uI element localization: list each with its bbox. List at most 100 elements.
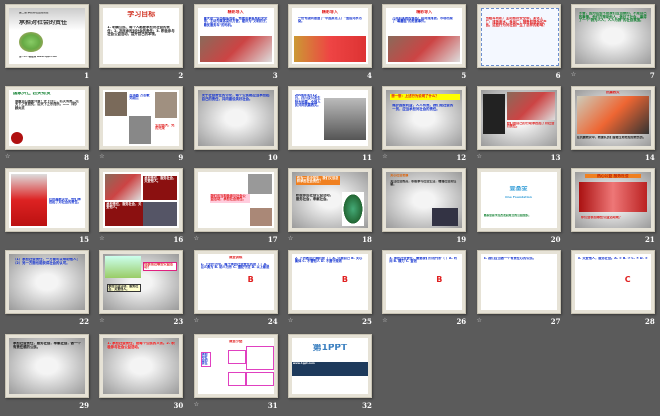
slide-frame[interactable]: 2008年5月12日，四川汶川发生特大地震，全国人民共同抗震救灾。 <box>287 86 372 150</box>
slide-thumbnail[interactable]: 精彩导入 青天是一位出租车司机，他要求乘客系好安全带，主动为乘客提供方便，被评为"… <box>193 4 282 86</box>
slide-thumbnail[interactable]: 精彩导入 几年前某地的食品厂向河流排放，市场出现了"毒蘑菇"的危害事件。 5 <box>382 4 470 86</box>
photo-image <box>199 36 272 62</box>
slide-frame[interactable]: 课堂小结 承担对社会的责任 <box>193 334 278 398</box>
slide-content: 在抗震救灾中，他们承担起了对社会的责任。 <box>9 172 85 228</box>
slide-frame[interactable]: 抗震救灾 在抗震救灾中，救援队员们冒着生命危险抢救伤员。 <box>570 86 655 150</box>
slide-frame[interactable]: 吉鸿昌 方志敏 刘胡兰 生的伟大，死的光荣 <box>99 86 184 150</box>
slide-thumbnail[interactable]: 出租车司机：主动系好安全带。某化工厂：排放废水。食品厂：销售假冒伪劣产品。这些行… <box>476 4 565 86</box>
slide-content: 国家兴亡 匹夫有责 谁最关心国家兴衰？天下兴亡，匹夫有责。先天下之忧而忧，后天下之… <box>9 90 85 146</box>
mindmap-box <box>227 372 246 386</box>
slide-thumbnail[interactable]: 2. 下列做法正确的是（ ）A. 只顾自己 B. 关心集体 C. 不管他人 D.… <box>287 250 376 332</box>
slide-thumbnail[interactable]: 1. 承担社会责任，是每个公民的义务。2. 积极参与社会公益活动。 30 <box>99 334 187 416</box>
slide-thumbnail[interactable]: 5. 关爱他人，服务社会。A. ① B. ② C. ③ D. ④ C 28 <box>570 250 659 332</box>
slide-number: 19 <box>456 235 467 244</box>
slide-frame[interactable]: 他们用自己的行动承担起了对社会的责任。 <box>476 86 561 150</box>
slide-frame[interactable]: 4. 我们应当做一个有责任心的公民。 <box>476 250 561 314</box>
slide-thumbnail[interactable]: 在抗震救灾中，他们承担起了对社会的责任。 15 <box>5 168 93 250</box>
answer-text: B <box>247 276 254 284</box>
slide-thumbnail[interactable]: 作为一名中学生，我们又该怎样承担社会责任？ 积极参加社会公益活动，服务社会，奉献社… <box>287 168 376 250</box>
slide-thumbnail[interactable]: 承担社会责任，服务社会，奉献社会，做一个有责任感的公民。 29 <box>5 334 93 416</box>
slide-thumbnail[interactable]: 你参加过哪些公益活动？ 参加公益活动，服务社会，关爱他人。 23 ☆ <box>99 250 187 332</box>
slide-thumbnail[interactable]: 精彩导入 一份专版同报道了"中国某化工厂"造成河水污染。 4 <box>287 4 376 86</box>
slide-frame[interactable]: 第1PPT www.1ppt.com <box>287 334 372 398</box>
slide-frame[interactable]: 作为一名中学生，我们又该怎样承担社会责任？ 积极参加社会公益活动，服务社会，奉献社… <box>287 168 372 232</box>
mindmap-box <box>227 350 246 364</box>
slide-frame[interactable]: 不管，因为这些不是我们应当做的，不是自己的事情。他们在帮助他人，做好了社会，赢得… <box>570 4 655 68</box>
slide-thumbnail[interactable]: 吉鸿昌 方志敏 刘胡兰 生的伟大，死的光荣 9 ☆ <box>99 86 187 168</box>
animation-icon: ☆ <box>287 235 294 242</box>
slide-frame[interactable]: 你参加过哪些公益活动？ 参加公益活动，服务社会，关爱他人。 <box>99 250 184 314</box>
slide-thumbnail[interactable]: 关心社会发展 关注社会热点，积极参与社会生活，增强社会责任感。 19 <box>382 168 470 250</box>
slide-frame[interactable]: 精彩导入 几年前某地的食品厂向河流排放，市场出现了"毒蘑菇"的危害事件。 <box>382 4 467 68</box>
slide-frame[interactable]: 在抗震救灾中，他们承担起了对社会的责任。 <box>5 168 89 232</box>
slide-thumbnail[interactable]: 不管，因为这些不是我们应当做的，不是自己的事情。他们在帮助他人，做好了社会，赢得… <box>570 4 659 86</box>
slide-number: 4 <box>367 71 372 80</box>
slide-text: 积极参加社会公益活动，服务社会，奉献社会。 <box>295 194 334 201</box>
slide-frame[interactable]: 热心公益 服务社会 你们会参加哪些公益活动呢？ <box>570 168 655 232</box>
photo-image <box>578 182 647 212</box>
slide-frame[interactable]: 精彩导入 一份专版同报道了"中国某化工厂"造成河水污染。 <box>287 4 372 68</box>
slide-frame[interactable]: 3. 承担社会责任，需要我们付出代价（ ）A. 时间 B. 精力 C. 金钱 B <box>382 250 467 314</box>
slide-number: 7 <box>649 71 655 80</box>
slide-thumbnail[interactable]: （1）承担社会责任，一方面可以帮助他人；（2）另一方面也能获得社会的认可。 22 <box>5 250 93 332</box>
slide-number: 15 <box>79 235 89 244</box>
slide-frame[interactable]: （1）承担社会责任，一方面可以帮助他人；（2）另一方面也能获得社会的认可。 <box>5 250 89 314</box>
animation-icon: ☆ <box>5 153 11 160</box>
slide-text: 我们应当积极参与社会公益活动，承担社会责任。 <box>209 194 250 203</box>
slide-thumbnail[interactable]: 第1PPT www.1ppt.com 32 <box>287 334 376 416</box>
slide-content: 课堂小结 承担对社会的责任 <box>197 338 274 394</box>
slide-thumbnail[interactable]: 第二课 承担对社会的责任 承担对社会的责任 第一PPT模板网 www.1ppt.co… <box>5 4 93 86</box>
slide-frame[interactable]: 壹基金 One Foundation 壹基金是李连杰发起成立的公益组织。 <box>476 168 561 232</box>
photo-image <box>247 174 272 194</box>
slide-thumbnail[interactable]: 抗震救灾 在抗震救灾中，救援队员们冒着生命危险抢救伤员。 14 <box>570 86 659 168</box>
slide-frame[interactable]: 课堂训练 1. 下列行为中，属于承担社会责任的是（ ）A. 见义勇为 B. 助人为… <box>193 250 278 314</box>
animation-icon: ☆ <box>570 71 577 78</box>
slide-thumbnail[interactable]: 他们用自己的行动承担起了对社会的责任。 13 ☆ <box>476 86 565 168</box>
slide-frame[interactable]: 第二课 承担对社会的责任 承担对社会的责任 第一PPT模板网 www.1ppt.co… <box>5 4 89 68</box>
animation-icon: ☆ <box>193 235 199 242</box>
slide-thumbnail[interactable]: 课堂训练 1. 下列行为中，属于承担社会责任的是（ ）A. 见义勇为 B. 助人为… <box>193 250 282 332</box>
slide-frame[interactable]: 承担责任，服务社会，关爱他人。 承担责任，服务社会，关爱他人。 <box>99 168 184 232</box>
slide-thumbnail[interactable]: 我们应当积极参与社会公益活动，承担社会责任。 17 ☆ <box>193 168 282 250</box>
slide-content: 抗震救灾 在抗震救灾中，救援队员们冒着生命危险抢救伤员。 <box>574 90 651 146</box>
slide-thumbnail[interactable]: 关于社会责任的讨论，每个公民都应当承担起自己的责任，共同建设美好社会。 10 <box>193 86 282 168</box>
slide-frame[interactable]: 出租车司机：主动系好安全带。某化工厂：排放废水。食品厂：销售假冒伪劣产品。这些行… <box>476 4 561 68</box>
tree-image <box>341 192 364 226</box>
slide-number: 31 <box>267 401 278 410</box>
slide-frame[interactable]: 1. 承担社会责任，是每个公民的义务。2. 积极参与社会公益活动。 <box>99 334 184 398</box>
slide-thumbnail[interactable]: 热心公益 服务社会 你们会参加哪些公益活动呢？ 21 <box>570 168 659 250</box>
slide-frame[interactable]: 承担社会责任，服务社会，奉献社会，做一个有责任感的公民。 <box>5 334 89 398</box>
slide-title: 国家兴亡 匹夫有责 <box>13 92 51 96</box>
slide-frame[interactable]: 精彩导入 青天是一位出租车司机，他要求乘客系好安全带，主动为乘客提供方便，被评为"… <box>193 4 278 68</box>
slide-title: 学习目标 <box>127 11 156 18</box>
slide-title: 关心社会发展 <box>390 174 409 177</box>
photo-image <box>432 208 459 226</box>
brand-logo: 第1PPT <box>312 344 348 353</box>
slide-number: 18 <box>362 235 372 244</box>
slide-thumbnail[interactable]: 国家兴亡 匹夫有责 谁最关心国家兴衰？天下兴亡，匹夫有责。先天下之忧而忧，后天下之… <box>5 86 93 168</box>
photo-image <box>576 96 649 134</box>
slide-thumbnail[interactable]: 3. 承担社会责任，需要我们付出代价（ ）A. 时间 B. 精力 C. 金钱 B 2… <box>382 250 470 332</box>
slide-frame[interactable]: 关于社会责任的讨论，每个公民都应当承担起自己的责任，共同建设美好社会。 <box>193 86 278 150</box>
slide-thumbnail[interactable]: 承担责任，服务社会，关爱他人。 承担责任，服务社会，关爱他人。 16 ☆ <box>99 168 187 250</box>
slide-content: 5. 关爱他人，服务社会。A. ① B. ② C. ③ D. ④ C <box>574 254 651 310</box>
slide-frame[interactable]: 想一想：上述行为说明了什么？ 维护国家利益，人人有责。我们是社会的一员，应当承担对… <box>382 86 467 150</box>
slide-thumbnail[interactable]: 课堂小结 承担对社会的责任 31 ☆ <box>193 334 282 416</box>
slide-number: 29 <box>79 401 89 410</box>
slide-thumbnail[interactable]: 4. 我们应当做一个有责任心的公民。 27 ☆ <box>476 250 565 332</box>
slide-frame[interactable]: 2. 下列做法正确的是（ ）A. 只顾自己 B. 关心集体 C. 不管他人 D.… <box>287 250 372 314</box>
slide-content: 想一想：上述行为说明了什么？ 维护国家利益，人人有责。我们是社会的一员，应当承担对… <box>386 90 463 146</box>
slide-frame[interactable]: 我们应当积极参与社会公益活动，承担社会责任。 <box>193 168 278 232</box>
slide-thumbnail[interactable]: 壹基金 One Foundation 壹基金是李连杰发起成立的公益组织。 20 <box>476 168 565 250</box>
slide-number: 25 <box>362 317 372 326</box>
photo-image <box>506 92 555 120</box>
slide-content: 他们用自己的行动承担起了对社会的责任。 <box>480 90 557 146</box>
slide-thumbnail[interactable]: 想一想：上述行为说明了什么？ 维护国家利益，人人有责。我们是社会的一员，应当承担对… <box>382 86 470 168</box>
slide-frame[interactable]: 5. 关爱他人，服务社会。A. ① B. ② C. ③ D. ④ C <box>570 250 655 314</box>
slide-frame[interactable]: 关心社会发展 关注社会热点，积极参与社会生活，增强社会责任感。 <box>382 168 467 232</box>
slide-frame[interactable]: 国家兴亡 匹夫有责 谁最关心国家兴衰？天下兴亡，匹夫有责。先天下之忧而忧，后天下之… <box>5 86 89 150</box>
slide-thumbnail[interactable]: 学习目标 1. 明确公民、每个人都要承担对社会的责任；2. 怎样承担对社会的责任；… <box>99 4 187 86</box>
slide-content: 3. 承担社会责任，需要我们付出代价（ ）A. 时间 B. 精力 C. 金钱 B <box>386 254 463 310</box>
slide-thumbnail[interactable]: 2008年5月12日，四川汶川发生特大地震，全国人民共同抗震救灾。 11 <box>287 86 376 168</box>
slide-frame[interactable]: 学习目标 1. 明确公民、每个人都要承担对社会的责任；2. 怎样承担对社会的责任；… <box>99 4 184 68</box>
